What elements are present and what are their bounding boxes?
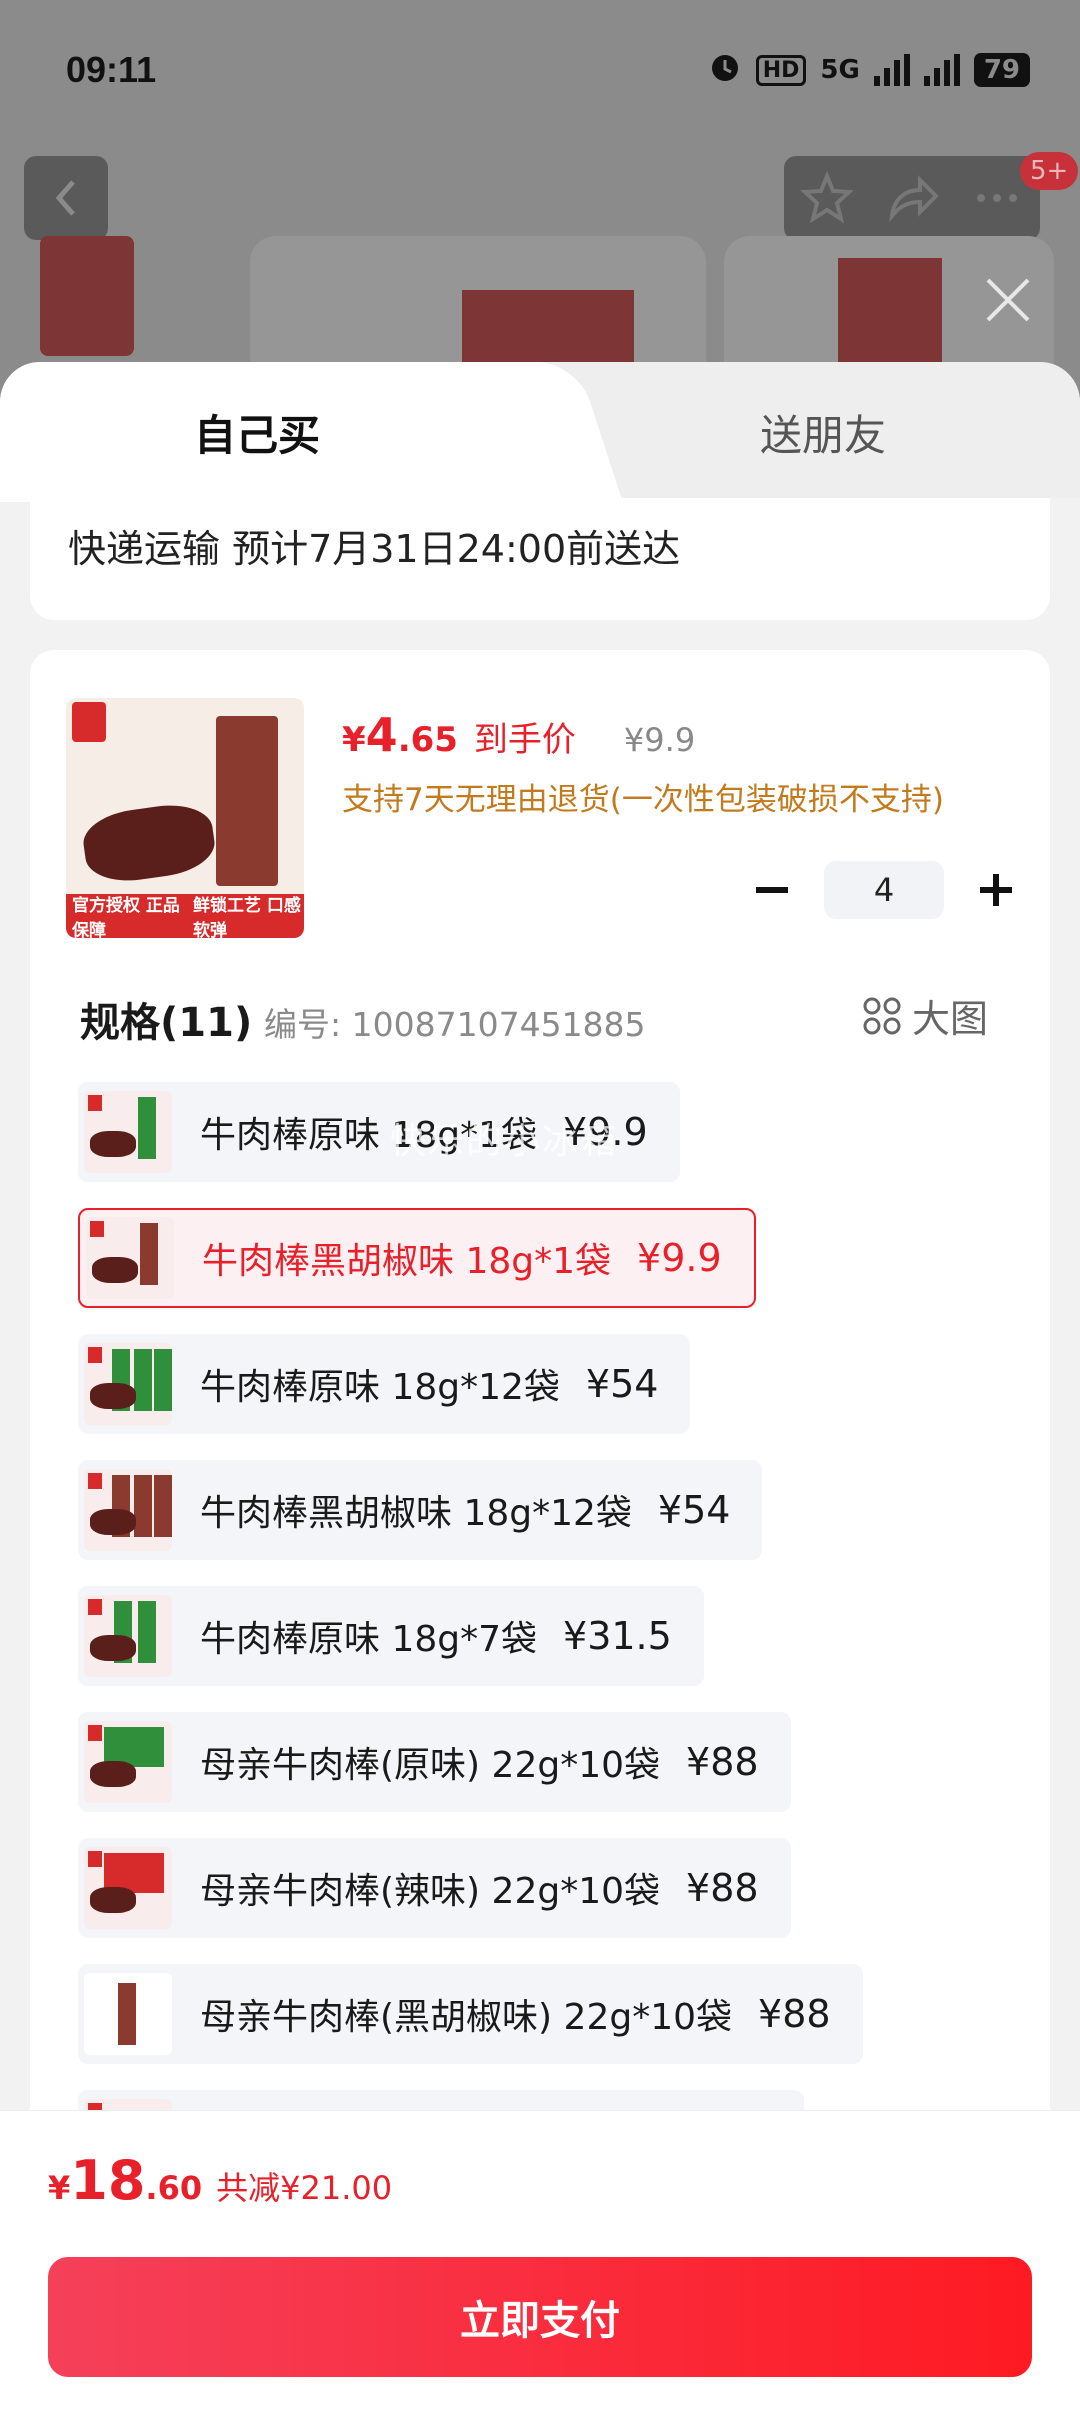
price-decimal: .65 [397,720,458,760]
option-price: ¥9.9 [637,1236,722,1280]
purchase-sheet: 自己买 送朋友 快递运输 预计7月31日24:00前送达 官方授权 正品保障 鲜… [0,362,1080,2412]
chevron-left-icon [55,180,75,216]
price-label: 到手价 [473,720,576,760]
pay-now-button[interactable]: 立即支付 [48,2257,1032,2377]
checkout-bar: ¥ 18 .60 共减¥21.00 立即支付 [0,2110,1080,2412]
option-thumbnail [84,1595,172,1677]
option-price: ¥54 [585,1362,659,1406]
option-price: ¥88 [686,1740,759,1784]
close-icon[interactable] [980,272,1036,328]
plus-icon [980,874,1012,906]
spec-option-selected[interactable]: 牛肉棒黑胡椒味 18g*1袋 ¥9.9 [78,1208,756,1308]
network-label: 5G [820,55,860,85]
option-name: 牛肉棒黑胡椒味 18g*12袋 [200,1493,632,1534]
status-icons: HD 5G 79 [708,50,1030,91]
image-tags: 官方授权 正品保障 鲜锁工艺 口感软弹 [66,894,304,938]
big-image-label: 大图 [912,997,989,1041]
star-icon[interactable] [799,170,855,226]
option-thumbnail [86,1217,174,1299]
tab-send-friend[interactable]: 送朋友 [760,402,886,463]
option-name: 牛肉棒原味 18g*7袋 [200,1619,538,1660]
total-integer: 18 [70,2149,146,2212]
signal-icon-2 [923,54,960,86]
delivery-card: 快递运输 预计7月31日24:00前送达 [30,498,1050,620]
alarm-icon [708,50,742,91]
spec-option[interactable]: 牛肉棒原味 18g*7袋 ¥31.5 [78,1586,704,1686]
total-price: ¥ 18 .60 共减¥21.00 [48,2149,392,2212]
status-time: 09:11 [66,49,157,90]
return-policy: 支持7天无理由退货(一次性包装破损不支持) [342,782,944,818]
total-currency: ¥ [48,2169,71,2207]
quantity-stepper: 4 [742,860,1026,920]
gallery-pack-2 [838,258,942,368]
option-price: ¥88 [686,1866,759,1910]
spec-code: 编号: 10087107451885 [264,1005,646,1044]
minus-icon [756,887,788,893]
option-name: 牛肉棒原味 18g*12袋 [200,1367,560,1408]
product-image[interactable]: 官方授权 正品保障 鲜锁工艺 口感软弹 [66,698,304,938]
share-icon[interactable] [884,170,940,226]
battery-icon: 79 [973,53,1030,87]
total-decimal: .60 [145,2169,203,2207]
message-badge: 5+ [1020,152,1079,190]
delivery-estimate: 快递运输 预计7月31日24:00前送达 [68,527,681,571]
tab-buy-self[interactable]: 自己买 [194,402,320,463]
logo-thumb [40,236,134,356]
watermark: 快乐的小冰箱 [390,1121,619,1162]
price-currency: ¥ [342,720,366,760]
big-image-button[interactable]: 大图 [862,988,988,1043]
product-jerky [79,799,219,887]
increase-button[interactable] [966,860,1026,920]
decrease-button[interactable] [742,860,802,920]
image-tag: 鲜锁工艺 口感软弹 [193,896,301,938]
option-name: 母亲牛肉棒(辣味) 22g*10袋 [200,1871,661,1912]
option-name: 牛肉棒黑胡椒味 18g*1袋 [202,1241,612,1282]
option-thumbnail [84,1343,172,1425]
image-tag: 官方授权 正品保障 [72,896,180,938]
background-page: 09:11 HD 5G 79 5+ [0,0,1080,400]
signal-icon [873,54,910,86]
option-price: ¥88 [758,1992,831,2036]
option-price: ¥54 [657,1488,731,1532]
product-package [216,716,278,886]
option-thumbnail [84,1091,172,1173]
top-action-group [784,156,1040,240]
original-price: ¥9.9 [623,721,696,759]
option-price: ¥31.5 [563,1614,672,1658]
spec-option[interactable]: 母亲牛肉棒(黑胡椒味) 22g*10袋 ¥88 [78,1964,863,2064]
spec-title: 规格(11) [80,1000,253,1046]
option-name: 母亲牛肉棒(原味) 22g*10袋 [200,1745,661,1786]
option-thumbnail [84,1469,172,1551]
price-row: ¥ 4 .65 到手价 ¥9.9 [342,708,695,762]
option-thumbnail [84,1721,172,1803]
option-thumbnail [84,1973,172,2055]
spec-options: 牛肉棒原味 18g*1袋 ¥9.9 牛肉棒黑胡椒味 18g*1袋 ¥9.9 牛肉棒原… [78,1082,1038,2152]
spec-option[interactable]: 牛肉棒黑胡椒味 18g*12袋 ¥54 [78,1460,763,1560]
status-bar: 09:11 HD 5G 79 [66,40,1030,100]
price-integer: 4 [365,708,398,762]
spec-option[interactable]: 牛肉棒原味 18g*12袋 ¥54 [78,1334,691,1434]
option-name: 母亲牛肉棒(黑胡椒味) 22g*10袋 [200,1997,733,2038]
spec-option[interactable]: 母亲牛肉棒(辣味) 22g*10袋 ¥88 [78,1838,791,1938]
total-discount: 共减¥21.00 [216,2169,393,2207]
brand-logo [72,702,106,742]
grid-icon [863,997,901,1034]
more-icon[interactable] [969,170,1025,226]
back-button[interactable] [24,156,108,240]
spec-option[interactable]: 母亲牛肉棒(原味) 22g*10袋 ¥88 [78,1712,791,1812]
hd-icon: HD [755,54,807,86]
option-thumbnail [84,1847,172,1929]
quantity-field[interactable]: 4 [824,861,944,919]
